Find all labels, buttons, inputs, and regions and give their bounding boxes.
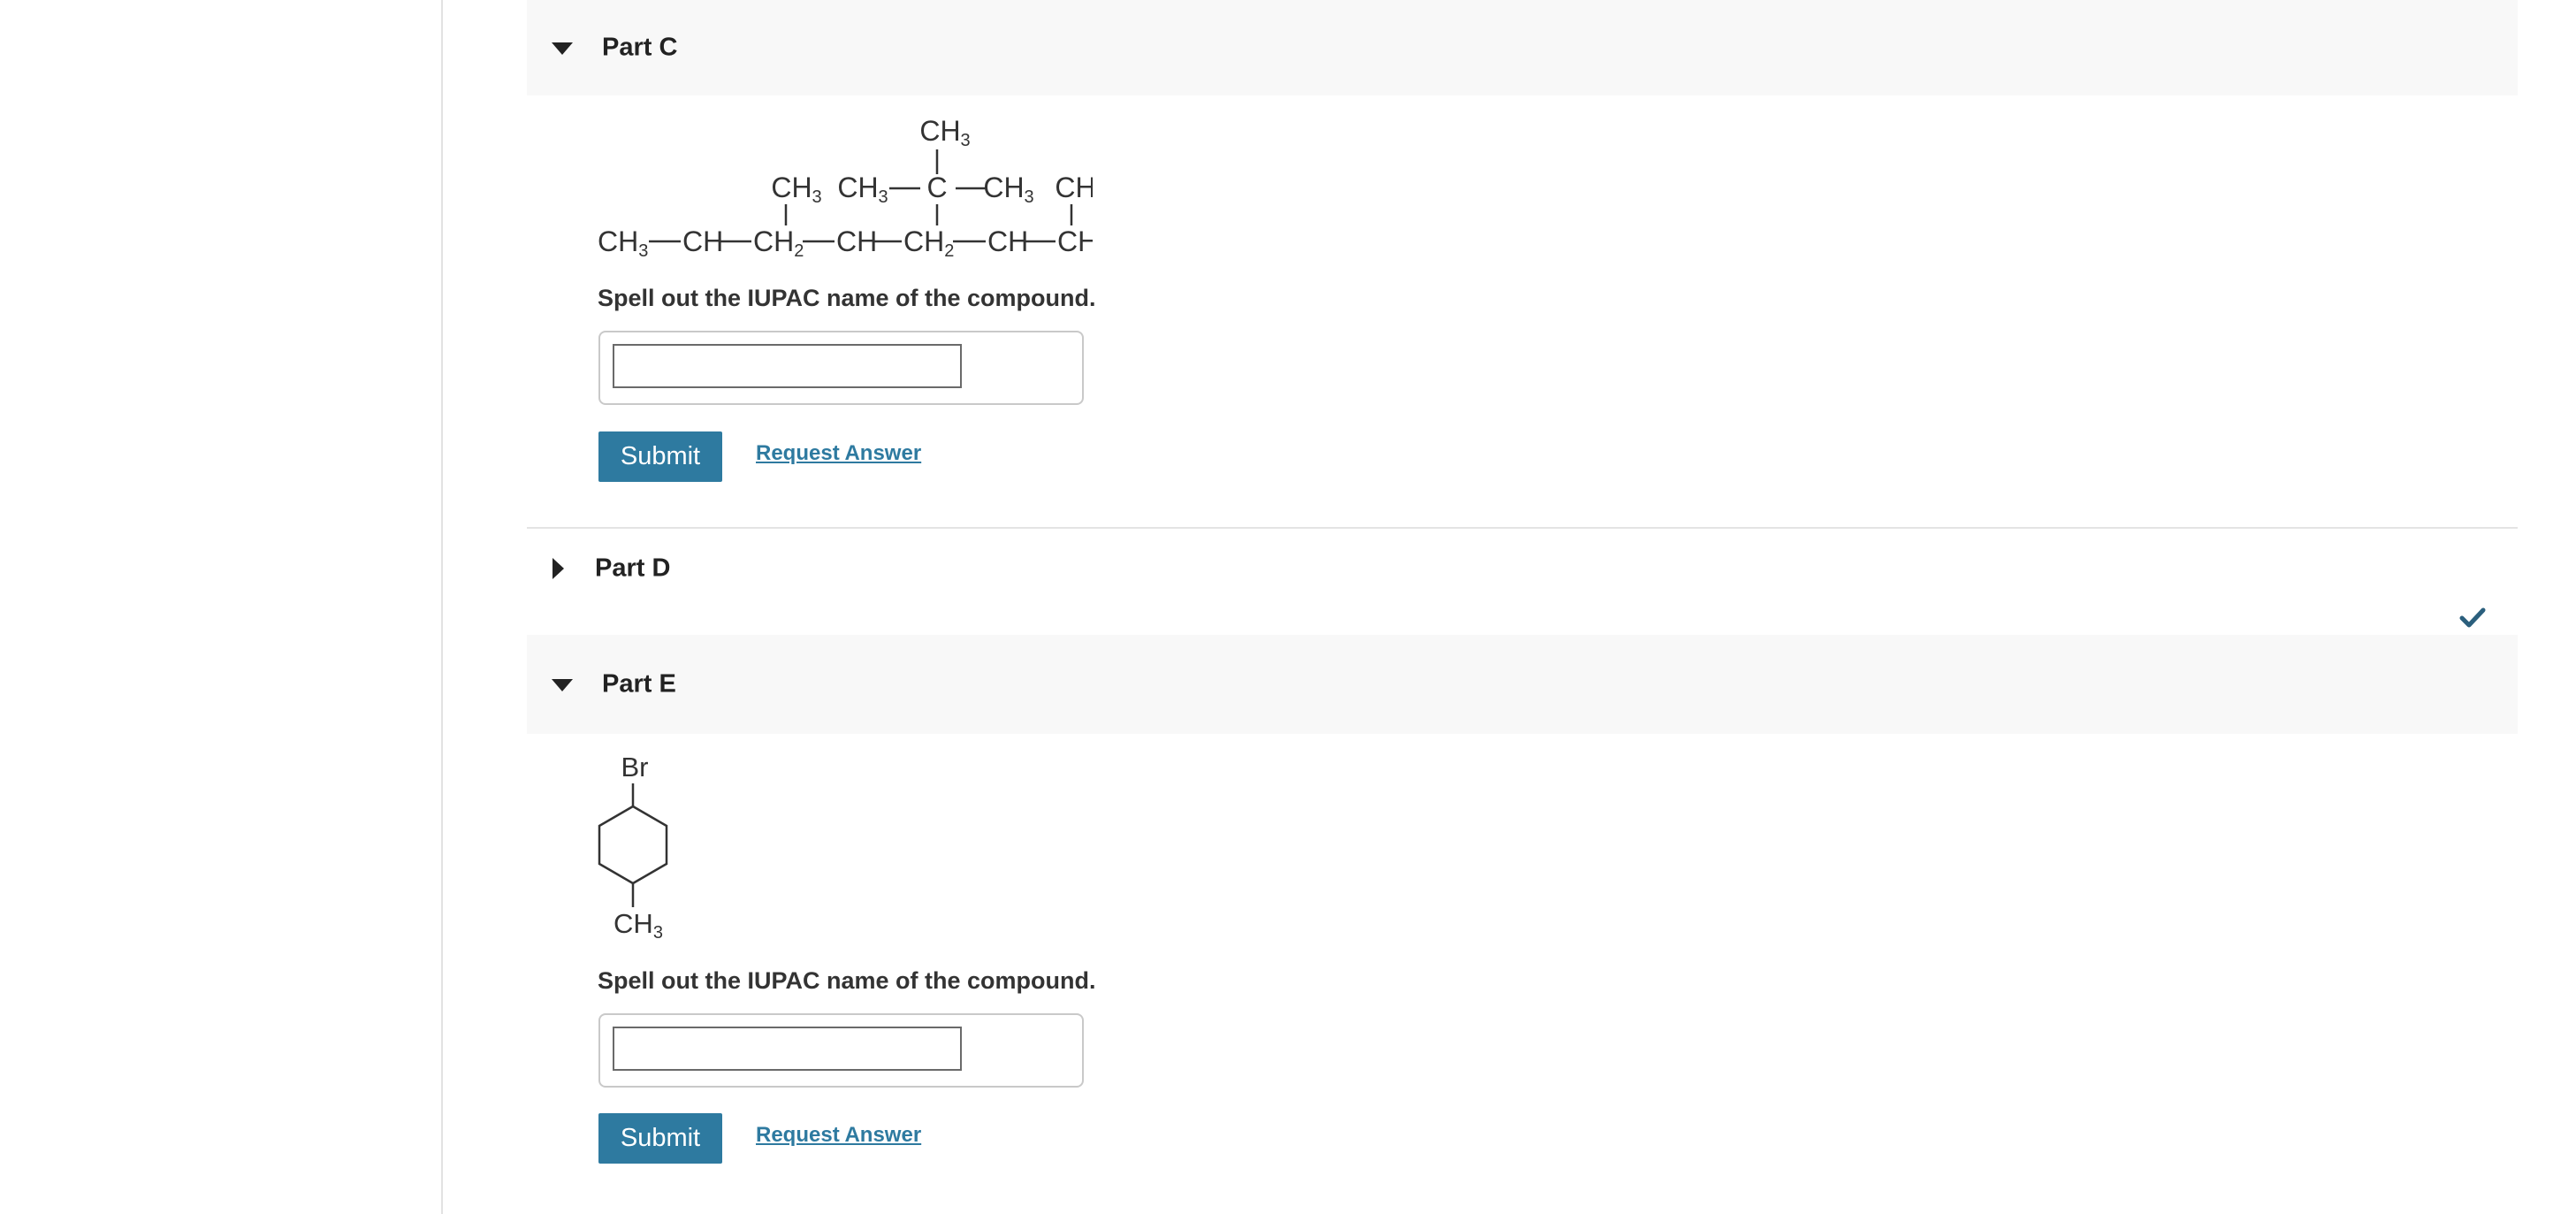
caret-right-icon (553, 558, 564, 579)
quat-left-ch3-label: CH3 (837, 172, 888, 207)
part-e-submit-button[interactable]: Submit (598, 1113, 722, 1164)
quat-carbon-label: C (926, 172, 947, 203)
part-d-toggle[interactable]: Part D (527, 529, 969, 608)
part-e-answer-input[interactable] (613, 1027, 962, 1071)
top-ch3-label: CH3 (919, 115, 970, 150)
part-e-structure: Br CH3 (598, 752, 668, 943)
part-c-answer-input[interactable] (613, 344, 962, 388)
part-c-request-answer-link[interactable]: Request Answer (756, 441, 921, 466)
part-d-header: Part D (527, 529, 2518, 608)
part-e-title: Part E (602, 669, 676, 699)
part-d-title: Part D (595, 554, 671, 583)
part-e-header: Part E (527, 635, 2518, 734)
part-c-header: Part C (527, 0, 2518, 95)
part-c-toggle[interactable]: Part C (527, 0, 969, 95)
part-e-toggle[interactable]: Part E (527, 635, 969, 734)
part-e-answer-box (598, 1013, 1084, 1088)
part-c-answer-box (598, 331, 1084, 405)
branch-ch3-label: CH3 (1055, 172, 1093, 207)
part-e-request-answer-link[interactable]: Request Answer (756, 1123, 921, 1148)
checkmark-icon (2459, 607, 2486, 628)
branch-ch3-label: CH3 (771, 172, 821, 207)
page: Part C CH3 CH3 CH3 C CH3 CH3 CH3 CH CH2 … (0, 0, 2576, 1214)
quat-right-ch3-label: CH3 (983, 172, 1033, 207)
content-area: Part C CH3 CH3 CH3 C CH3 CH3 CH3 CH CH2 … (527, 0, 2518, 1214)
part-c-submit-button[interactable]: Submit (598, 431, 722, 482)
caret-down-icon (552, 679, 573, 691)
part-c-title: Part C (602, 33, 678, 62)
left-rail (0, 0, 443, 1214)
part-c-structure: CH3 CH3 CH3 C CH3 CH3 CH3 CH CH2 CH CH2 … (598, 115, 1093, 261)
part-c-prompt: Spell out the IUPAC name of the compound… (598, 285, 1096, 311)
caret-down-icon (552, 42, 573, 55)
bromo-label: Br (621, 752, 649, 783)
part-e-prompt: Spell out the IUPAC name of the compound… (598, 967, 1096, 994)
methyl-label: CH3 (614, 908, 663, 943)
chain-label: CH3 CH CH2 CH CH2 CH CH3 (598, 225, 1093, 261)
